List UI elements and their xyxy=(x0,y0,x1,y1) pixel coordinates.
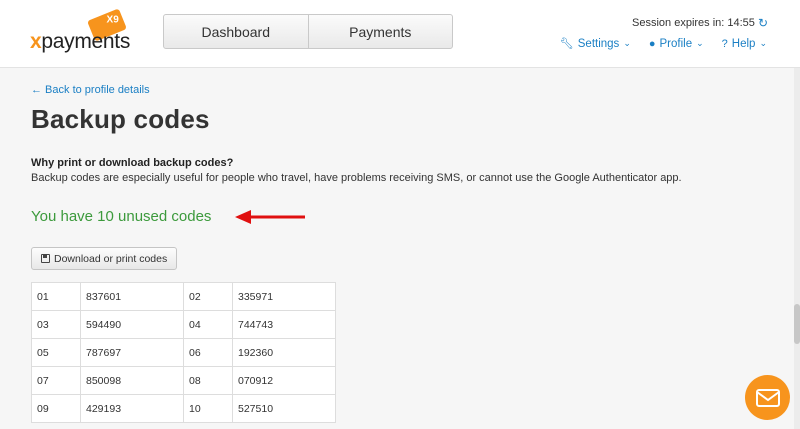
wrench-icon: 🔧︎ xyxy=(559,38,574,50)
logo-text: xpayments xyxy=(30,30,131,53)
xpayments-logo[interactable]: X9 xpayments xyxy=(30,8,140,54)
code-value: 335971 xyxy=(232,282,336,311)
tab-payments[interactable]: Payments xyxy=(307,15,453,48)
table-row: 05 787697 06 192360 xyxy=(31,338,336,367)
code-number: 10 xyxy=(183,394,233,423)
code-number: 03 xyxy=(31,310,81,339)
code-number: 07 xyxy=(31,366,81,395)
chat-button[interactable] xyxy=(745,375,790,420)
code-value: 850098 xyxy=(80,366,184,395)
session-timer: Session expires in: 14:55 ↻ xyxy=(632,16,768,30)
code-value: 744743 xyxy=(232,310,336,339)
code-number: 08 xyxy=(183,366,233,395)
table-row: 09 429193 10 527510 xyxy=(31,394,336,423)
profile-menu[interactable]: ● Profile ⌄ xyxy=(649,37,704,50)
main-nav: Dashboard Payments xyxy=(163,14,453,49)
user-menu: 🔧︎ Settings ⌄ ● Profile ⌄ ? Help ⌄ xyxy=(559,37,767,51)
envelope-icon xyxy=(755,388,780,407)
scrollbar-track[interactable] xyxy=(794,68,800,429)
refresh-icon[interactable]: ↻ xyxy=(758,16,768,30)
app-header: X9 xpayments Dashboard Payments Session … xyxy=(0,0,800,68)
unused-codes-row: You have 10 unused codes xyxy=(31,208,771,230)
help-label: Help xyxy=(731,37,756,50)
tab-dashboard[interactable]: Dashboard xyxy=(164,15,308,48)
main-content: ← Back to profile details Backup codes W… xyxy=(31,80,771,423)
download-print-button[interactable]: Download or print codes xyxy=(31,247,178,270)
user-icon: ● xyxy=(648,37,656,50)
download-print-label: Download or print codes xyxy=(54,252,168,265)
page-title: Backup codes xyxy=(31,104,210,134)
floppy-disk-icon xyxy=(41,254,50,263)
settings-menu[interactable]: 🔧︎ Settings ⌄ xyxy=(559,37,631,51)
code-value: 837601 xyxy=(80,282,184,311)
chevron-down-icon: ⌄ xyxy=(623,38,631,48)
table-row: 03 594490 04 744743 xyxy=(31,310,336,339)
backup-codes-table: 01 837601 02 335971 03 594490 04 744743 … xyxy=(31,282,336,423)
code-number: 06 xyxy=(183,338,233,367)
unused-codes-count: You have 10 unused codes xyxy=(31,208,212,225)
chevron-down-icon: ⌄ xyxy=(696,38,704,48)
why-description: Backup codes are especially useful for p… xyxy=(31,172,682,184)
why-title: Why print or download backup codes? xyxy=(31,157,234,169)
question-circle-icon: ? xyxy=(721,37,728,50)
chevron-down-icon: ⌄ xyxy=(759,38,767,48)
session-label: Session expires in: 14:55 xyxy=(632,17,755,29)
settings-label: Settings xyxy=(577,37,620,50)
code-number: 05 xyxy=(31,338,81,367)
table-row: 07 850098 08 070912 xyxy=(31,366,336,395)
annotation-arrow-icon xyxy=(235,210,305,224)
code-number: 01 xyxy=(31,282,81,311)
code-number: 04 xyxy=(183,310,233,339)
code-value: 787697 xyxy=(80,338,184,367)
code-value: 429193 xyxy=(80,394,184,423)
code-number: 09 xyxy=(31,394,81,423)
code-value: 594490 xyxy=(80,310,184,339)
code-value: 070912 xyxy=(232,366,336,395)
code-number: 02 xyxy=(183,282,233,311)
code-value: 192360 xyxy=(232,338,336,367)
back-to-profile-link[interactable]: ← Back to profile details xyxy=(31,84,150,96)
scrollbar-thumb[interactable] xyxy=(794,304,800,344)
table-row: 01 837601 02 335971 xyxy=(31,282,336,311)
code-value: 527510 xyxy=(232,394,336,423)
help-menu[interactable]: ? Help ⌄ xyxy=(722,37,767,50)
profile-label: Profile xyxy=(659,37,693,50)
